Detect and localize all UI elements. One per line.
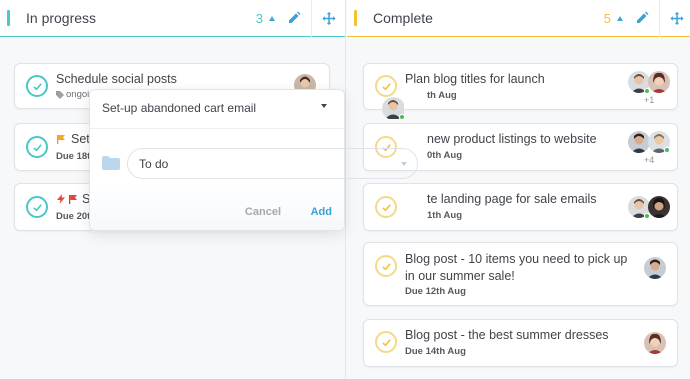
column-title: Complete bbox=[373, 10, 433, 26]
cancel-button[interactable]: Cancel bbox=[245, 206, 281, 218]
complete-check-icon[interactable] bbox=[375, 331, 397, 353]
card-tag: ongoi bbox=[56, 89, 89, 100]
column-count: 3 bbox=[255, 10, 263, 26]
avatar[interactable] bbox=[644, 332, 666, 354]
header-divider bbox=[659, 0, 660, 37]
card-due-date: th Aug bbox=[427, 90, 457, 101]
folder-icon bbox=[102, 156, 120, 170]
complete-column: Complete 5 Plan blog titles for launch t… bbox=[347, 0, 690, 379]
popover-footer bbox=[90, 185, 344, 230]
tag-icon bbox=[56, 90, 64, 99]
task-card[interactable]: Plan blog titles for launch th Aug +1 bbox=[363, 63, 678, 110]
header-divider bbox=[311, 0, 312, 37]
online-status-dot bbox=[664, 147, 670, 153]
online-status-dot bbox=[399, 114, 405, 120]
list-select-dropdown[interactable]: To do bbox=[127, 148, 418, 179]
move-arrows-icon[interactable] bbox=[322, 11, 336, 25]
chevron-down-icon bbox=[401, 162, 407, 166]
complete-check-icon[interactable] bbox=[26, 136, 48, 158]
avatar[interactable] bbox=[628, 131, 650, 153]
task-card[interactable]: Blog post - the best summer dresses Due … bbox=[363, 319, 678, 367]
task-card[interactable]: Blog post - 10 items you need to pick up… bbox=[363, 242, 678, 306]
card-title: new product listings to website bbox=[427, 132, 597, 146]
column-count: 5 bbox=[603, 10, 611, 26]
card-due-date: 1th Aug bbox=[427, 210, 463, 221]
popover-divider bbox=[90, 128, 344, 129]
complete-check-icon[interactable] bbox=[26, 75, 48, 97]
complete-header: Complete 5 bbox=[347, 0, 690, 37]
complete-check-icon[interactable] bbox=[375, 255, 397, 277]
lightning-icon bbox=[57, 194, 65, 204]
move-arrows-icon[interactable] bbox=[670, 11, 684, 25]
card-due-date: Due 14th Aug bbox=[405, 346, 466, 357]
pencil-icon[interactable] bbox=[287, 11, 301, 25]
card-due-date: Due 12th Aug bbox=[405, 286, 466, 297]
selected-list-value: To do bbox=[139, 156, 169, 171]
online-status-dot bbox=[644, 213, 650, 219]
add-button[interactable]: Add bbox=[311, 206, 332, 218]
new-task-popover: Set-up abandoned cart email To do Cancel… bbox=[89, 89, 418, 231]
column-title: In progress bbox=[26, 10, 97, 26]
card-title: Blog post - the best summer dresses bbox=[405, 328, 609, 342]
pencil-icon[interactable] bbox=[635, 11, 649, 25]
card-due-date: 0th Aug bbox=[427, 150, 463, 161]
column-color-bar bbox=[7, 10, 10, 26]
card-title: Schedule social posts bbox=[56, 72, 177, 86]
card-title: Plan blog titles for launch bbox=[405, 72, 545, 86]
card-title: te landing page for sale emails bbox=[427, 192, 597, 206]
collapse-caret-icon[interactable] bbox=[617, 15, 623, 21]
red-flag-icon bbox=[69, 195, 77, 204]
avatar[interactable] bbox=[648, 71, 670, 93]
in-progress-header: In progress 3 bbox=[0, 0, 345, 37]
complete-check-icon[interactable] bbox=[375, 75, 397, 97]
avatar[interactable] bbox=[644, 257, 666, 279]
assignee-caret-icon[interactable] bbox=[321, 104, 327, 108]
card-title: Blog post - 10 items you need to pick up… bbox=[405, 252, 628, 283]
online-status-dot bbox=[644, 88, 650, 94]
avatar[interactable] bbox=[648, 196, 670, 218]
extra-assignees-count[interactable]: +4 bbox=[644, 155, 654, 165]
extra-assignees-count[interactable]: +1 bbox=[644, 95, 654, 105]
complete-check-icon[interactable] bbox=[26, 196, 48, 218]
card-due-date: Due 18t bbox=[56, 151, 91, 162]
orange-flag-icon bbox=[57, 135, 65, 144]
popover-task-title: Set-up abandoned cart email bbox=[102, 101, 257, 115]
column-color-bar bbox=[354, 10, 357, 26]
card-due-date: Due 20t bbox=[56, 211, 91, 222]
complete-check-icon[interactable] bbox=[375, 196, 397, 218]
task-card[interactable]: te landing page for sale emails 1th Aug bbox=[363, 183, 678, 231]
collapse-caret-icon[interactable] bbox=[269, 15, 275, 21]
